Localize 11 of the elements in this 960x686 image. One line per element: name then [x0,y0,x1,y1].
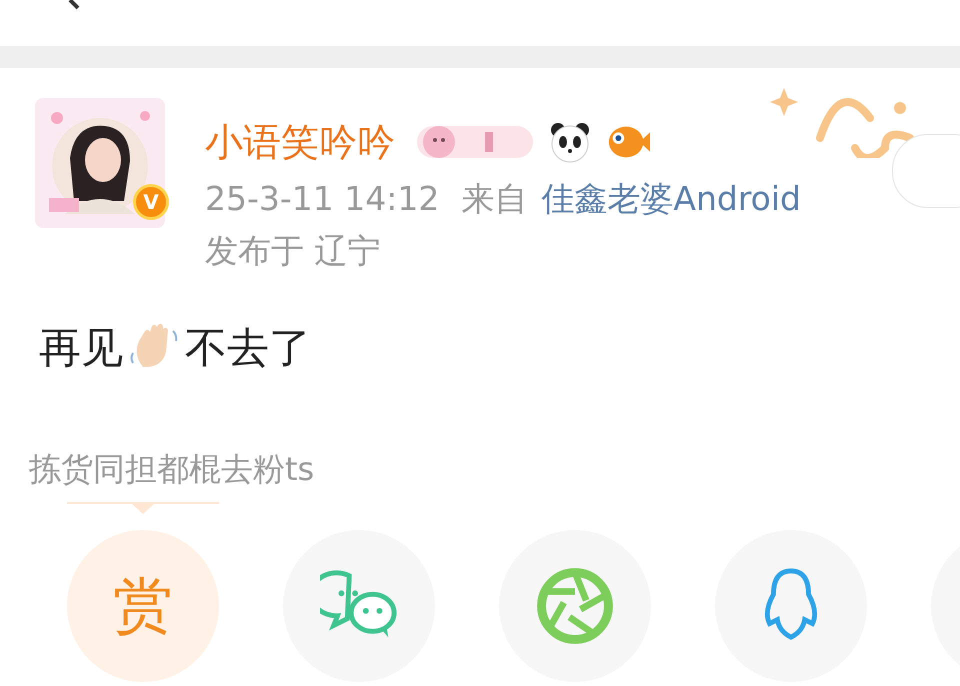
source-prefix: 来自 [461,178,528,220]
post-time: 25-3-11 14:12 [205,178,440,220]
author-name[interactable]: 小语笑吟吟 [205,116,395,168]
reward-button[interactable]: 赏 [67,530,219,682]
tail-text: 拣货同担都棍去粉ts [29,449,316,490]
aperture-icon [536,567,614,645]
post-text: 不去了 [185,322,311,374]
source-link[interactable]: 佳鑫老婆Android [541,178,801,220]
pointer-arrow-icon [67,502,219,516]
post-text: 再见 [39,322,123,374]
post-location: 发布于 辽宁 [205,230,380,272]
